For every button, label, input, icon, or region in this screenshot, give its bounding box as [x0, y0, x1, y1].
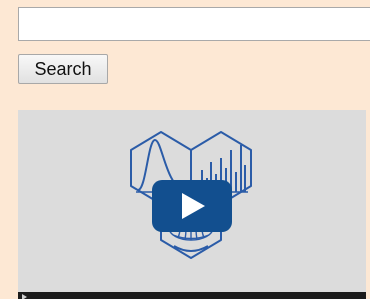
- play-button[interactable]: [152, 180, 232, 232]
- video-control-bar[interactable]: [18, 292, 366, 299]
- play-icon: [182, 193, 205, 219]
- search-input[interactable]: [18, 7, 370, 41]
- video-player[interactable]: [18, 110, 366, 299]
- search-button[interactable]: Search: [18, 54, 108, 84]
- control-play-icon[interactable]: [22, 294, 27, 299]
